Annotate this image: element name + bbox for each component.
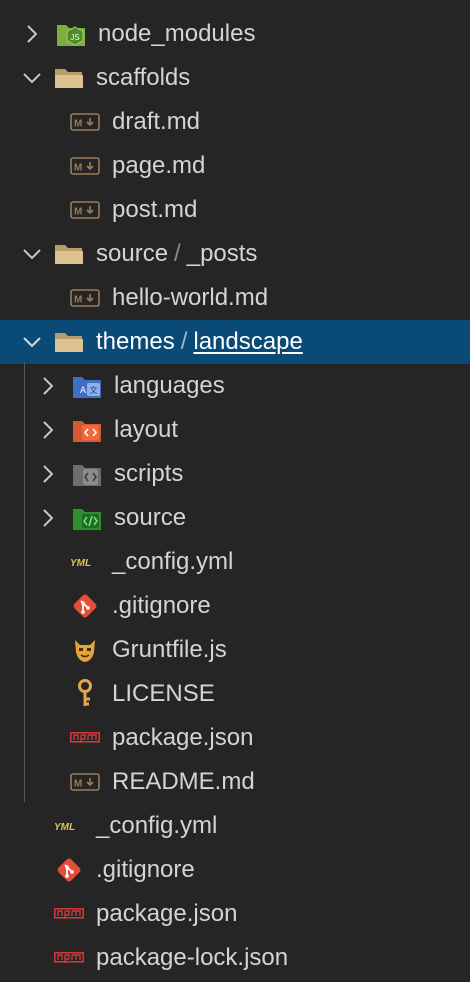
- svg-text:M: M: [74, 119, 82, 130]
- tree-row-label: package.json: [96, 900, 238, 927]
- tree-row-gitignore[interactable]: .gitignore: [0, 584, 470, 628]
- tree-row-source[interactable]: source: [0, 496, 470, 540]
- tree-row-label: source: [114, 504, 187, 531]
- tree-row-layout[interactable]: layout: [0, 408, 470, 452]
- tree-row-label: README.md: [112, 768, 255, 795]
- markdown-icon: M: [70, 195, 100, 225]
- tree-row-label: .gitignore: [112, 592, 211, 619]
- tree-row-label: themes / landscape: [96, 328, 303, 356]
- tree-row-config-yml[interactable]: YML _config.yml: [0, 804, 470, 848]
- tree-row-label: package.json: [112, 724, 254, 751]
- tree-row-label: .gitignore: [96, 856, 195, 883]
- path-separator: /: [180, 328, 188, 355]
- tree-row-scripts[interactable]: scripts: [0, 452, 470, 496]
- tree-row-hello-world-md[interactable]: M hello-world.md: [0, 276, 470, 320]
- svg-text:YML: YML: [54, 822, 75, 833]
- git-icon: [54, 855, 84, 885]
- folder-open-icon: [54, 239, 84, 269]
- tree-row-label: package-lock.json: [96, 944, 289, 971]
- tree-row-readme-md[interactable]: M README.md: [0, 760, 470, 804]
- license-key-icon: [70, 679, 100, 709]
- svg-text:文: 文: [90, 385, 98, 395]
- script-folder-icon: [72, 459, 102, 489]
- svg-text:M: M: [74, 207, 82, 218]
- tree-row-label: LICENSE: [112, 680, 215, 707]
- chevron-right-icon[interactable]: [38, 464, 58, 484]
- svg-text:YML: YML: [70, 558, 91, 569]
- tree-row-label: scaffolds: [96, 64, 191, 91]
- npm-icon: [54, 943, 84, 973]
- tree-row-label: scripts: [114, 460, 184, 487]
- folder-name: source: [96, 240, 169, 267]
- tree-row-languages[interactable]: A文 languages: [0, 364, 470, 408]
- yaml-icon: YML: [70, 547, 100, 577]
- chevron-right-icon[interactable]: [38, 376, 58, 396]
- svg-text:A: A: [80, 385, 86, 395]
- compact-folder-name[interactable]: landscape: [193, 328, 302, 355]
- tree-row-label: source / _posts: [96, 240, 257, 268]
- tree-row-label: node_modules: [98, 20, 256, 47]
- markdown-icon: M: [70, 283, 100, 313]
- tree-row-post-md[interactable]: M post.md: [0, 188, 470, 232]
- chevron-down-icon[interactable]: [22, 68, 42, 88]
- tree-row-label: languages: [114, 372, 225, 399]
- tree-row-package-json[interactable]: package.json: [0, 892, 470, 936]
- tree-row-label: hello-world.md: [112, 284, 269, 311]
- file-explorer-tree: JS node_modules scaffolds M draft.md M p…: [0, 0, 470, 982]
- svg-text:M: M: [74, 163, 82, 174]
- chevron-right-icon[interactable]: [38, 420, 58, 440]
- tree-row-label: Gruntfile.js: [112, 636, 227, 663]
- npm-icon: [70, 723, 100, 753]
- translate-folder-icon: A文: [72, 371, 102, 401]
- chevron-right-icon[interactable]: [22, 24, 42, 44]
- tree-row-scaffolds[interactable]: scaffolds: [0, 56, 470, 100]
- chevron-right-icon[interactable]: [38, 508, 58, 528]
- tree-row-label: layout: [114, 416, 179, 443]
- tree-row-source-posts[interactable]: source / _posts: [0, 232, 470, 276]
- markdown-icon: M: [70, 151, 100, 181]
- svg-text:M: M: [74, 779, 82, 790]
- nodejs-folder-icon: JS: [56, 19, 86, 49]
- tree-row-label: post.md: [112, 196, 198, 223]
- tree-row-gruntfile-js[interactable]: Gruntfile.js: [0, 628, 470, 672]
- tree-row-label: _config.yml: [96, 812, 218, 839]
- chevron-down-icon[interactable]: [22, 332, 42, 352]
- tree-row-draft-md[interactable]: M draft.md: [0, 100, 470, 144]
- html-folder-icon: [72, 415, 102, 445]
- compact-folder-name: _posts: [186, 240, 258, 267]
- tree-row-config-yml[interactable]: YML _config.yml: [0, 540, 470, 584]
- grunt-icon: [70, 635, 100, 665]
- tree-row-license[interactable]: LICENSE: [0, 672, 470, 716]
- folder-open-icon: [54, 63, 84, 93]
- tree-row-gitignore[interactable]: .gitignore: [0, 848, 470, 892]
- indent-guide: [24, 362, 25, 802]
- folder-name: themes: [96, 328, 175, 355]
- markdown-icon: M: [70, 767, 100, 797]
- tree-row-label: draft.md: [112, 108, 201, 135]
- git-icon: [70, 591, 100, 621]
- tree-row-package-lock-json[interactable]: package-lock.json: [0, 936, 470, 980]
- npm-icon: [54, 899, 84, 929]
- tree-row-page-md[interactable]: M page.md: [0, 144, 470, 188]
- markdown-icon: M: [70, 107, 100, 137]
- source-folder-icon: [72, 503, 102, 533]
- tree-row-label: page.md: [112, 152, 206, 179]
- yaml-icon: YML: [54, 811, 84, 841]
- tree-row-label: _config.yml: [112, 548, 234, 575]
- tree-row-themes-landscape[interactable]: themes / landscape: [0, 320, 470, 364]
- chevron-down-icon[interactable]: [22, 244, 42, 264]
- svg-text:M: M: [74, 295, 82, 306]
- tree-row-package-json[interactable]: package.json: [0, 716, 470, 760]
- tree-row-node-modules[interactable]: JS node_modules: [0, 12, 470, 56]
- folder-open-icon: [54, 327, 84, 357]
- path-separator: /: [174, 240, 181, 267]
- svg-text:JS: JS: [70, 33, 79, 42]
